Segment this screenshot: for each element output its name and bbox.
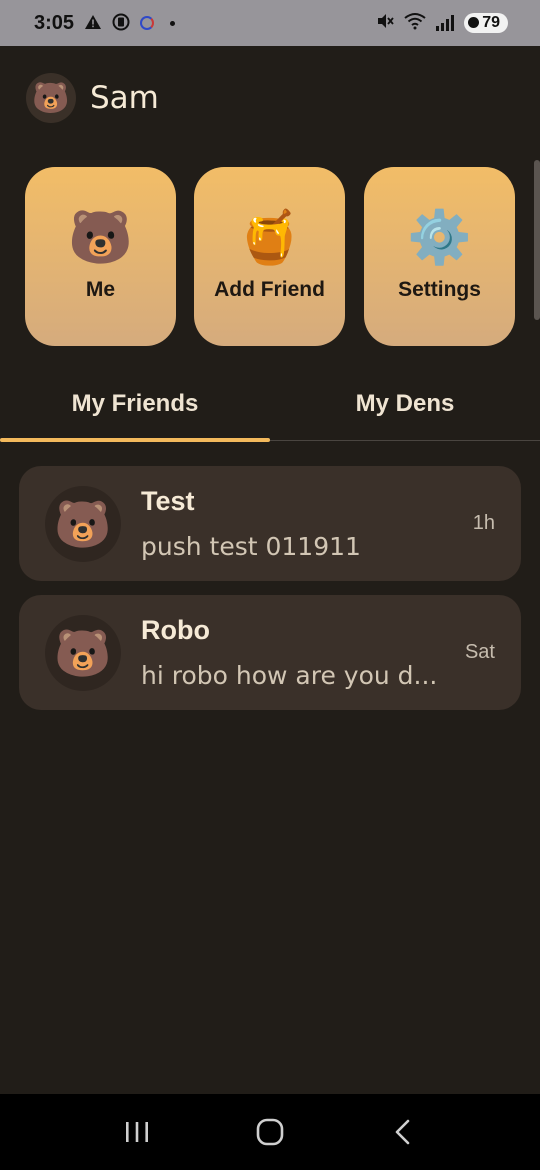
warning-icon bbox=[84, 14, 102, 33]
friend-name: Test bbox=[141, 486, 195, 516]
profile-name: Sam bbox=[90, 80, 159, 116]
tab-bar: My Friends My Dens bbox=[0, 373, 540, 442]
status-time: 3:05 bbox=[34, 11, 75, 34]
friend-timestamp: 1h bbox=[472, 512, 495, 534]
tab-my-dens[interactable]: My Dens bbox=[270, 373, 540, 435]
battery-icon: 79 bbox=[464, 13, 508, 33]
add-friend-label: Add Friend bbox=[214, 277, 325, 301]
list-item[interactable]: 🐻 Robo hi robo how are you d... Sat bbox=[19, 595, 521, 710]
wifi-icon bbox=[404, 12, 426, 34]
status-left: 3:05 bbox=[34, 11, 176, 35]
tab-selected-indicator bbox=[0, 438, 270, 442]
mute-icon bbox=[376, 12, 394, 34]
add-friend-button[interactable]: 🍯 Add Friend bbox=[194, 167, 345, 346]
friend-name: Robo bbox=[141, 615, 210, 645]
settings-label: Settings bbox=[398, 277, 481, 301]
bear-face-icon: 🐻 bbox=[45, 615, 121, 691]
bear-face-icon: 🐻 bbox=[68, 207, 133, 268]
profile-header[interactable]: 🐻 Sam bbox=[26, 72, 159, 124]
signal-icon bbox=[436, 15, 455, 31]
friend-list: 🐻 Test push test 011911 1h 🐻 Robo hi rob… bbox=[19, 466, 521, 724]
settings-button[interactable]: ⚙️ Settings bbox=[364, 167, 515, 346]
status-bar: 3:05 79 bbox=[0, 0, 540, 46]
friend-last-message: push test 011911 bbox=[141, 532, 361, 561]
gear-icon: ⚙️ bbox=[407, 207, 472, 268]
dot-icon bbox=[170, 20, 176, 26]
friend-last-message: hi robo how are you d... bbox=[141, 661, 438, 690]
honey-pot-icon: 🍯 bbox=[237, 207, 302, 268]
bear-face-icon: 🐻 bbox=[26, 73, 76, 123]
friend-timestamp: Sat bbox=[464, 641, 495, 663]
status-right: 79 bbox=[376, 12, 508, 34]
scroll-indicator[interactable] bbox=[534, 160, 540, 320]
back-icon[interactable] bbox=[383, 1112, 423, 1152]
home-icon[interactable] bbox=[250, 1112, 290, 1152]
me-label: Me bbox=[85, 277, 116, 301]
action-cards: 🐻 Me 🍯 Add Friend ⚙️ Settings bbox=[25, 167, 515, 346]
list-item[interactable]: 🐻 Test push test 011911 1h bbox=[19, 466, 521, 581]
recent-apps-icon[interactable] bbox=[117, 1112, 157, 1152]
system-nav-bar bbox=[0, 1094, 540, 1170]
tab-my-friends[interactable]: My Friends bbox=[0, 373, 270, 435]
loading-ring-icon bbox=[140, 16, 155, 30]
app-icon bbox=[112, 13, 130, 34]
me-button[interactable]: 🐻 Me bbox=[25, 167, 176, 346]
bear-face-icon: 🐻 bbox=[45, 486, 121, 562]
